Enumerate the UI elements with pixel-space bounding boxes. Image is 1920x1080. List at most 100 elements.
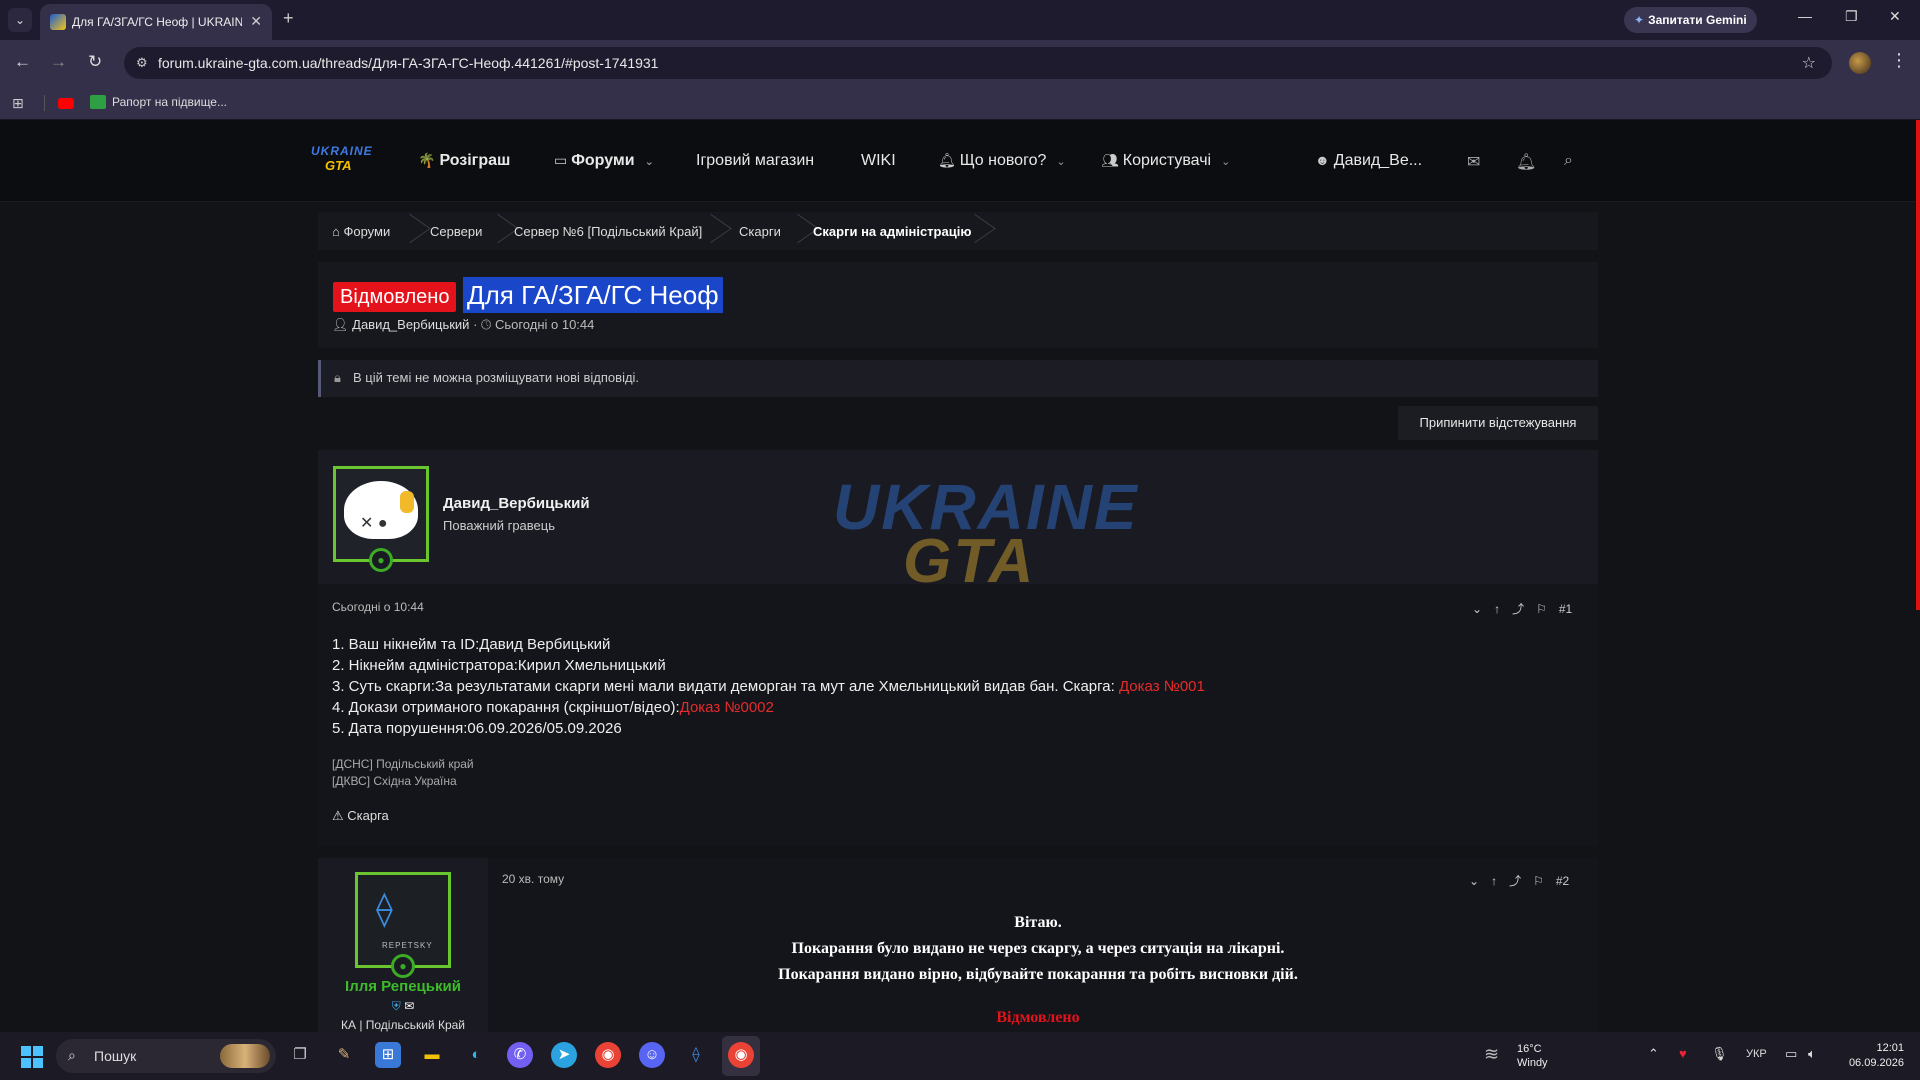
evidence-link-1[interactable]: Доказ №001 xyxy=(1119,678,1205,695)
bookmark-raport[interactable]: Рапорт на підвище... xyxy=(112,95,227,109)
avatar-eyes: ✕ ● xyxy=(360,515,388,532)
scroll-indicator[interactable] xyxy=(1916,120,1920,610)
breadcrumb-forums[interactable]: ⌂ Форуми xyxy=(332,224,390,239)
reload-button[interactable]: ↻ xyxy=(88,52,102,72)
weather-widget[interactable]: 16°C Windy xyxy=(1517,1042,1548,1070)
chevron-down-icon[interactable]: ⌄ xyxy=(1221,156,1230,168)
logo-top-text: UKRAINE xyxy=(311,144,373,158)
close-window-button[interactable]: ✕ xyxy=(1889,8,1901,25)
nav-giveaway[interactable]: 🌴 Розіграш xyxy=(418,152,510,170)
reaction-icon[interactable]: ⌄ xyxy=(1472,602,1482,616)
tab-search-dropdown[interactable]: ⌄ xyxy=(8,8,32,32)
nav-account[interactable]: ☻ Давид_Ве... xyxy=(1315,152,1422,170)
breadcrumb-separator xyxy=(410,212,424,250)
back-button[interactable]: ← xyxy=(14,52,31,72)
bookmark-icon[interactable]: ⚐ xyxy=(1536,602,1547,616)
thread-date[interactable]: Сьогодні о 10:44 xyxy=(495,317,594,332)
envelope-icon[interactable]: ✉ xyxy=(404,999,414,1013)
post-line-4-text: 4. Докази отриманого покарання (скріншот… xyxy=(332,699,680,716)
status-badge[interactable]: Відмовлено xyxy=(333,282,457,312)
weather-temp: 16°C xyxy=(1517,1043,1542,1055)
bookmark-divider xyxy=(44,95,45,111)
close-tab-icon[interactable]: ✕ xyxy=(250,13,262,30)
unwatch-button[interactable]: Припинити відстежування xyxy=(1398,406,1598,440)
watermark-bottom-text: GTA xyxy=(903,527,1036,584)
volume-icon[interactable]: 🔈︎ xyxy=(1808,1046,1816,1062)
taskbar-search-label: Пошук xyxy=(94,1048,137,1064)
bookmark-icon[interactable]: ⚐ xyxy=(1533,874,1544,888)
poster-name[interactable]: Ілля Репецький xyxy=(318,978,488,995)
system-clock[interactable]: 12:01 06.09.2026 xyxy=(1846,1041,1904,1071)
chrome-active-icon[interactable]: ◉ xyxy=(728,1042,754,1068)
address-toolbar: ← → ↻ ⚙ forum.ukraine-gta.com.ua/threads… xyxy=(0,40,1920,86)
youtube-bookmark-icon[interactable] xyxy=(58,98,74,109)
nav-whats-new[interactable]: 🔔︎ Що нового? ⌄ xyxy=(938,152,1066,170)
restore-window-button[interactable]: ❐ xyxy=(1845,8,1858,25)
evidence-link-2[interactable]: Доказ №0002 xyxy=(680,699,774,716)
nav-whats-new-label: Що нового? xyxy=(959,152,1047,169)
chevron-down-icon[interactable]: ⌄ xyxy=(645,156,654,168)
telegram-icon[interactable]: ➤ xyxy=(551,1042,577,1068)
viber-icon[interactable]: ✆ xyxy=(507,1042,533,1068)
antivirus-tray-icon[interactable]: ♥ xyxy=(1679,1046,1687,1061)
language-indicator[interactable]: УКР xyxy=(1746,1048,1767,1060)
discord-icon[interactable]: ☺ xyxy=(639,1042,665,1068)
post-date[interactable]: 20 хв. тому xyxy=(502,872,564,886)
inbox-icon[interactable]: ✉ xyxy=(1467,152,1480,172)
online-status-icon: ● xyxy=(391,954,415,978)
chrome-icon[interactable]: ◉ xyxy=(595,1042,621,1068)
browser-tab-active[interactable]: Для ГА/ЗГА/ГС Неоф | UKRAINE ✕ xyxy=(40,4,272,40)
breadcrumb-complaints[interactable]: Скарги xyxy=(739,224,781,239)
share-icon[interactable]: ⤴ xyxy=(1512,602,1524,616)
microsoft-store-icon[interactable]: ⊞ xyxy=(375,1042,401,1068)
windows-start-icon[interactable] xyxy=(21,1046,43,1068)
breadcrumb-server-6[interactable]: Сервер №6 [Подільський Край] xyxy=(514,224,702,239)
pen-app-icon[interactable]: ✎ xyxy=(331,1042,357,1068)
taskbar-search[interactable]: ⌕ Пошук xyxy=(56,1039,276,1073)
tray-overflow-icon[interactable]: ⌃ xyxy=(1648,1046,1659,1062)
site-logo[interactable]: UKRAINE GTA xyxy=(311,144,373,178)
search-icon[interactable]: ⌕ xyxy=(1564,152,1573,170)
edge-browser-icon[interactable]: ◐ xyxy=(463,1042,489,1068)
breadcrumb-servers[interactable]: Сервери xyxy=(430,224,482,239)
thread-author-link[interactable]: Давид_Вербицький xyxy=(352,317,469,332)
network-icon[interactable]: ▭ xyxy=(1785,1046,1797,1062)
apps-grid-icon[interactable]: ⊞ xyxy=(12,95,24,112)
tab-title: Для ГА/ЗГА/ГС Неоф | UKRAINE xyxy=(72,15,242,29)
microphone-icon[interactable]: 🎙︎ xyxy=(1711,1046,1728,1062)
breadcrumb-admin-complaints[interactable]: Скарги на адміністрацію xyxy=(813,224,971,239)
post-number[interactable]: #2 xyxy=(1556,874,1569,888)
ask-gemini-button[interactable]: ✦ Запитати Gemini xyxy=(1624,7,1757,33)
file-explorer-icon[interactable]: ▬ xyxy=(419,1042,445,1068)
site-info-icon[interactable]: ⚙ xyxy=(136,55,148,71)
page-title: Для ГА/ЗГА/ГС Неоф xyxy=(463,277,723,313)
forward-button[interactable]: → xyxy=(50,52,67,72)
nav-wiki[interactable]: WIKI xyxy=(861,152,896,170)
profile-avatar[interactable] xyxy=(1849,52,1871,74)
alerts-bell-icon[interactable]: 🔔︎ xyxy=(1516,152,1536,172)
minimize-window-button[interactable]: — xyxy=(1798,8,1812,24)
game-launcher-icon[interactable]: ⟠ xyxy=(683,1042,709,1068)
nav-account-label: Давид_Ве... xyxy=(1333,152,1423,169)
post-date[interactable]: Сьогодні о 10:44 xyxy=(332,600,424,614)
bookmark-star-icon[interactable]: ☆ xyxy=(1802,53,1816,73)
nav-users[interactable]: 👥︎ Користувачі ⌄ xyxy=(1101,152,1230,170)
share-icon[interactable]: ⤴ xyxy=(1509,874,1521,888)
post-number[interactable]: #1 xyxy=(1559,602,1572,616)
poster-name[interactable]: Давид_Вербицький xyxy=(443,495,590,512)
reply-line: Покарання видано вірно, відбувайте покар… xyxy=(778,966,1298,983)
new-tab-button[interactable]: + xyxy=(283,8,294,29)
reaction-icon[interactable]: ⌄ xyxy=(1469,874,1479,888)
browser-menu-icon[interactable]: ⋮ xyxy=(1890,50,1908,71)
clock-icon: 🕓︎ xyxy=(481,317,492,332)
nav-forums[interactable]: ▭ Форуми ⌄ xyxy=(554,152,654,170)
weather-wind-icon[interactable]: ≋ xyxy=(1484,1044,1499,1065)
report-button[interactable]: ⚠ Скарга xyxy=(332,808,389,824)
jump-up-icon[interactable]: ↑ xyxy=(1491,874,1497,888)
poster-badges: ⛨ ✉ xyxy=(318,999,488,1014)
url-bar[interactable]: ⚙ forum.ukraine-gta.com.ua/threads/Для-Г… xyxy=(124,47,1832,79)
chevron-down-icon[interactable]: ⌄ xyxy=(1056,156,1065,168)
task-view-icon[interactable]: ❐ xyxy=(287,1042,313,1068)
jump-up-icon[interactable]: ↑ xyxy=(1494,602,1500,616)
nav-store[interactable]: Ігровий магазин xyxy=(696,152,814,170)
